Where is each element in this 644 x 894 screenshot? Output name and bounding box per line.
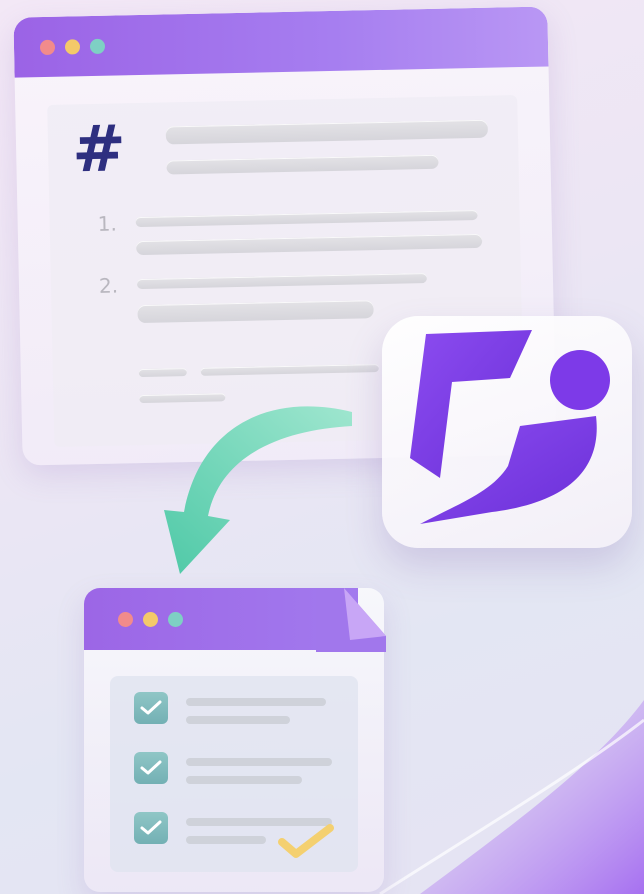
checklist-line — [186, 716, 290, 724]
checklist-line — [186, 698, 326, 706]
check-icon — [140, 700, 162, 715]
checklist-window — [84, 588, 386, 892]
curved-arrow-icon — [164, 406, 352, 574]
app-logo-icon — [410, 330, 610, 524]
checklist-line — [186, 758, 332, 766]
checkbox-checked[interactable] — [134, 752, 168, 784]
maximize-dot-icon — [89, 38, 106, 54]
completed-check-icon — [278, 824, 334, 858]
window-title-bar — [13, 6, 549, 78]
heading-hash-symbol: # — [71, 112, 127, 188]
app-logo-tile — [382, 316, 632, 548]
minimize-dot-icon — [64, 38, 81, 55]
list-number-1: 1. — [97, 211, 118, 236]
close-dot-icon — [39, 39, 56, 55]
checklist-line — [186, 836, 266, 844]
maximize-dot-icon — [168, 611, 183, 627]
close-dot-icon — [118, 611, 133, 627]
check-icon — [140, 760, 162, 775]
checkbox-checked[interactable] — [134, 692, 168, 724]
checklist-line — [186, 776, 302, 784]
checkbox-checked[interactable] — [134, 812, 168, 844]
page-fold-corner — [316, 588, 386, 652]
minimize-dot-icon — [143, 611, 158, 627]
text-line — [138, 368, 187, 378]
list-number-2: 2. — [98, 273, 119, 298]
check-icon — [140, 820, 162, 835]
